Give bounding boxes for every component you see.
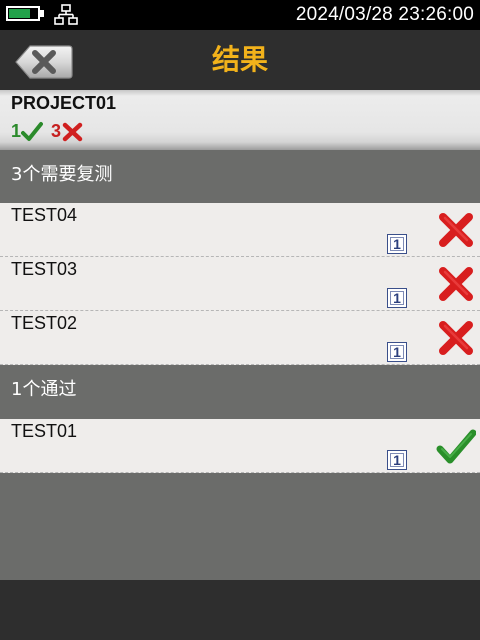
result-count-badge: 1	[387, 342, 407, 362]
section-header-passed: 1个通过	[0, 365, 480, 419]
section-header-retest: 3个需要复测	[0, 150, 480, 204]
fail-cross-icon	[439, 321, 473, 355]
test-row-test02[interactable]: TEST02 1	[0, 311, 480, 365]
result-count-badge: 1	[387, 234, 407, 254]
fail-cross-icon	[439, 213, 473, 247]
battery-icon	[6, 6, 40, 21]
cross-icon	[62, 122, 83, 142]
test-name: TEST01	[11, 421, 78, 441]
pass-check-icon	[436, 429, 476, 464]
datetime: 2024/03/28 23:26:00	[295, 4, 474, 25]
list-empty-area	[0, 473, 480, 580]
status-bar: 2024/03/28 23:26:00	[0, 0, 480, 30]
fail-cross-icon	[439, 267, 473, 301]
test-name: TEST02	[11, 313, 78, 333]
battery-tip	[40, 10, 44, 17]
test-row-test04[interactable]: TEST04 1	[0, 203, 480, 257]
test-row-test03[interactable]: TEST03 1	[0, 257, 480, 311]
back-button[interactable]	[15, 45, 73, 79]
result-count-badge: 1	[387, 450, 407, 470]
result-count-badge: 1	[387, 288, 407, 308]
test-name: TEST03	[11, 259, 78, 279]
test-row-test01[interactable]: TEST01 1	[0, 419, 480, 473]
project-name: PROJECT01	[11, 93, 117, 113]
network-icon	[54, 4, 78, 25]
fail-count: 3	[51, 121, 62, 141]
test-name: TEST04	[11, 205, 78, 225]
pass-count: 1	[11, 121, 22, 141]
check-icon	[21, 122, 43, 141]
header: 结果	[0, 30, 480, 90]
bottom-bar	[0, 580, 480, 640]
project-summary: PROJECT01 1 3	[0, 90, 480, 150]
